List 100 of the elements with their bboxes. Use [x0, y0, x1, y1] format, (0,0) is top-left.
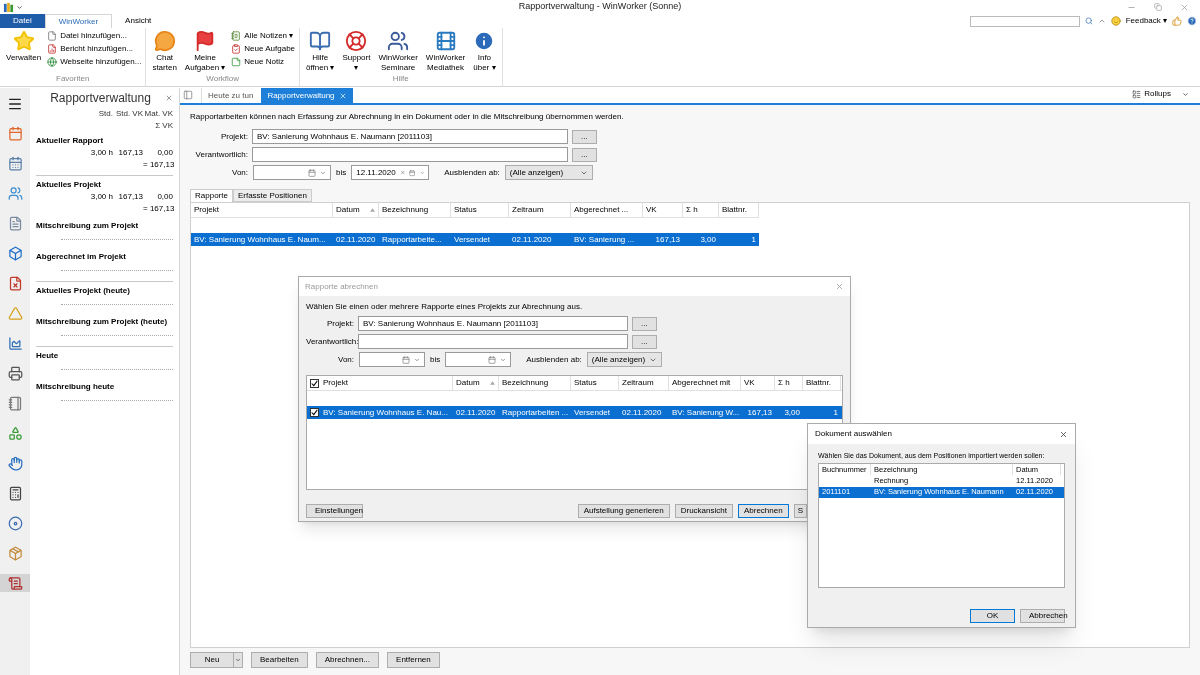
ribbon-button[interactable]: Meine Aufgaben ▾ — [182, 30, 228, 73]
button[interactable]: Abrechnen — [737, 504, 789, 518]
table-row[interactable]: BV: Sanierung Wohnhaus E. Nau... 02.11.2020 Rapportarbeiten ... Versendet 02.11.2020 BV: Sanierung W... 167,13 3,00 1 — [307, 406, 842, 419]
button[interactable]: Einstellungen — [306, 504, 363, 518]
field-label: Von: — [231, 166, 248, 179]
calendar-icon[interactable] — [308, 168, 316, 177]
nav-item[interactable] — [0, 574, 30, 592]
ribbon-button[interactable]: Datei hinzufügen... — [47, 30, 142, 42]
ribbon-button[interactable]: Webseite hinzufügen... — [47, 56, 142, 68]
column-header[interactable]: Abgerechnet mit — [669, 376, 741, 390]
caret-icon — [320, 169, 326, 176]
ribbon-button[interactable]: Support ▾ — [340, 30, 373, 73]
clear-icon[interactable] — [399, 169, 406, 176]
caret-icon[interactable] — [16, 3, 23, 11]
checkbox[interactable] — [310, 408, 319, 417]
column-header[interactable]: Projekt — [191, 203, 333, 217]
calculator-icon — [7, 485, 23, 501]
printer-icon — [7, 365, 23, 381]
button[interactable]: Abrechnen... — [315, 652, 380, 668]
panel-toggle-icon[interactable] — [183, 90, 193, 100]
date-field[interactable] — [445, 352, 512, 367]
menu-icon[interactable] — [7, 96, 23, 112]
date-field[interactable] — [253, 165, 331, 180]
table-cell-text: 1 — [832, 406, 839, 419]
ribbon-tab[interactable]: Datei — [0, 14, 45, 28]
text-field[interactable] — [252, 147, 568, 162]
column-header[interactable]: Projekt — [307, 376, 453, 390]
browse-button[interactable]: ... — [632, 316, 657, 331]
table-row[interactable]: BV: Sanierung Wohnhaus E. Naum... 02.11.2020 Rapportarbeite... Versendet 02.11.2020 BV: Sanierung ... 167,13 3,00 1 — [191, 233, 759, 246]
search-icon[interactable] — [1084, 17, 1093, 25]
ribbon-button[interactable]: Neue Notiz — [231, 56, 296, 68]
restore-icon[interactable] — [1154, 2, 1162, 11]
ribbon-tab[interactable]: WinWorker — [44, 14, 113, 28]
column-header[interactable]: VK — [741, 376, 775, 390]
column-header[interactable]: Σ h — [775, 376, 803, 390]
ribbon-button[interactable]: Info über ▾ — [471, 30, 498, 73]
close-icon[interactable] — [1059, 429, 1068, 439]
ribbon-button[interactable]: WinWorker Seminare — [376, 30, 420, 73]
button[interactable]: S — [793, 504, 807, 518]
button[interactable]: Druckansicht — [674, 504, 733, 518]
text-field[interactable]: BV: Sanierung Wohnhaus E. Naumann [2011103] — [358, 316, 628, 331]
text-field[interactable]: BV: Sanierung Wohnhaus E. Naumann [2011103] — [252, 129, 568, 144]
calendar-icon[interactable] — [402, 355, 410, 364]
column-header[interactable]: Zeitraum — [619, 376, 669, 390]
button[interactable]: OK — [970, 608, 1015, 623]
split-button[interactable]: Neu — [190, 652, 243, 668]
tab[interactable]: Erfasste Positionen — [232, 189, 312, 202]
ribbon-button[interactable]: Bericht hinzufügen... — [47, 43, 142, 55]
lifebuoy-icon — [345, 30, 368, 52]
column-header[interactable]: Zeitraum — [509, 203, 571, 217]
dropdown-field[interactable]: (Alle anzeigen) — [586, 352, 662, 367]
calendar-icon[interactable] — [488, 355, 497, 364]
ribbon-button[interactable]: Neue Aufgabe — [231, 43, 296, 55]
column-header[interactable]: Abgerechnet ... — [571, 203, 643, 217]
date-field[interactable] — [359, 352, 425, 367]
feedback-button[interactable]: Feedback ▾ — [1125, 15, 1167, 27]
ribbon-tab[interactable]: Ansicht — [112, 14, 165, 28]
app-logo-icon[interactable] — [3, 1, 14, 13]
search-field[interactable] — [969, 15, 1080, 27]
column-header[interactable]: Status — [571, 376, 619, 390]
column-header[interactable]: VK — [643, 203, 683, 217]
section-title: Heute — [36, 350, 60, 362]
caret-icon — [419, 169, 425, 176]
dropdown-field[interactable]: (Alle anzeigen) — [504, 165, 593, 180]
section-title: Mitschreibung zum Projekt — [36, 220, 140, 232]
field-label: Verantwortlich: — [194, 148, 248, 161]
column-header[interactable]: Bezeichnung — [379, 203, 451, 217]
checkbox[interactable] — [310, 378, 319, 388]
help-icon[interactable] — [1187, 16, 1197, 26]
calendar-icon[interactable] — [409, 168, 416, 177]
value-text: 0,00 — [156, 191, 173, 203]
button[interactable]: Aufstellung generieren — [577, 504, 670, 518]
date-field[interactable]: 12.11.2020 — [351, 165, 430, 180]
button[interactable]: Entfernen — [387, 652, 440, 668]
document-tab[interactable]: Heute zu tun — [201, 88, 260, 103]
column-header[interactable]: Blattnr. — [719, 203, 759, 217]
column-header[interactable]: Datum — [453, 376, 499, 390]
table-cell-text: 02.11.2020 — [511, 233, 553, 246]
close-icon[interactable] — [165, 94, 173, 102]
tab[interactable]: Rapporte — [190, 189, 233, 202]
ribbon-button[interactable]: Chat starten — [150, 30, 179, 73]
browse-button[interactable]: ... — [572, 147, 597, 162]
text-field[interactable] — [358, 334, 628, 349]
ribbon-button[interactable]: Hilfe öffnen ▾ — [304, 30, 337, 73]
column-header[interactable]: Bezeichnung — [499, 376, 571, 390]
browse-button[interactable]: ... — [632, 334, 657, 349]
collapse-icon[interactable] — [1097, 17, 1106, 25]
column-header[interactable]: Blattnr. — [803, 376, 841, 390]
column-header[interactable]: Σ h — [683, 203, 719, 217]
document-tab[interactable]: Rapportverwaltung — [261, 88, 353, 103]
rollups-button[interactable]: Rollups — [1132, 88, 1189, 100]
column-header[interactable]: Status — [451, 203, 509, 217]
ribbon-button[interactable]: WinWorker Mediathek — [423, 30, 468, 73]
close-icon[interactable] — [338, 91, 347, 100]
ribbon-button[interactable]: Verwalten — [4, 30, 44, 73]
thumbs-up-icon[interactable] — [1172, 16, 1182, 26]
button[interactable]: Bearbeiten — [251, 652, 308, 668]
browse-button[interactable]: ... — [572, 129, 597, 144]
ribbon-button[interactable]: Alle Notizen ▾ — [231, 30, 296, 42]
column-header[interactable]: Datum — [333, 203, 379, 217]
